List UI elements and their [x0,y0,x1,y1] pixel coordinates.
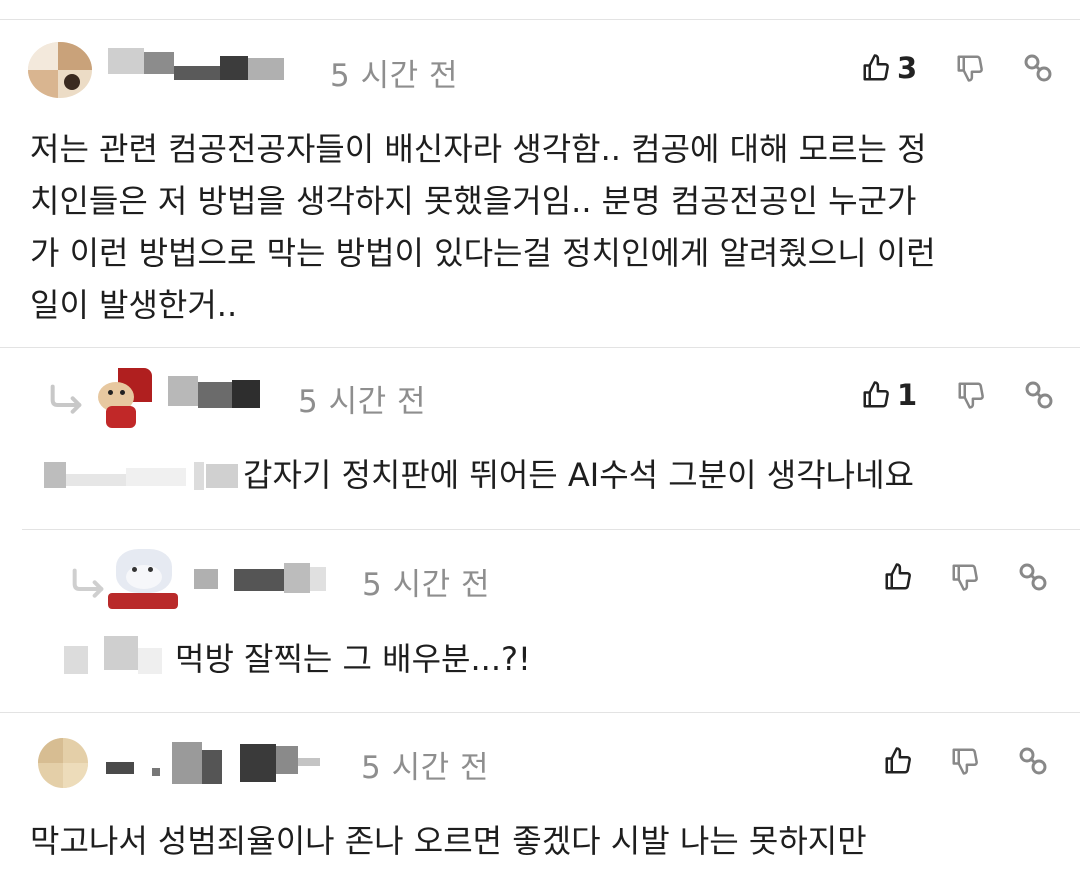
avatar[interactable] [92,368,152,430]
comment-text: 저는 관련 컴공전공자들이 배신자라 생각함.. 컴공에 대해 모르는 정 치인… [30,130,936,324]
thumbs-down-icon[interactable] [956,379,986,411]
avatar[interactable] [28,42,92,98]
like-button[interactable]: 3 [861,51,917,85]
link-icon[interactable] [1022,52,1054,84]
username[interactable] [108,48,288,82]
timestamp: 5 시간 전 [361,750,489,786]
username[interactable] [168,376,264,410]
avatar[interactable] [108,549,178,613]
reply-arrow-icon [68,564,108,608]
mention-tag[interactable] [44,458,240,494]
link-icon[interactable] [1017,745,1049,777]
divider [22,529,1080,530]
thumbs-down-icon[interactable] [955,52,985,84]
timestamp: 5 시간 전 [298,384,426,420]
thumbs-up-icon[interactable] [861,379,891,411]
mention-tag[interactable] [64,636,166,676]
thumbs-up-icon[interactable] [861,52,891,84]
comment-list: 5 시간 전 3 저는 관련 컴공전공자들이 배신자라 생각함.. 컴공에 대해… [0,0,1080,896]
comment-actions [883,739,1049,783]
comment-text: 막고나서 성범죄율이나 존나 오르면 좋겠다 시발 나는 못하지만 [30,822,867,860]
avatar[interactable] [38,738,88,788]
like-count: 3 [897,51,918,85]
like-button[interactable]: 1 [861,378,917,412]
link-icon[interactable] [1017,561,1049,593]
like-count: 1 [897,378,918,412]
timestamp: 5 시간 전 [362,567,490,603]
comment-actions: 3 [861,46,1054,90]
comment-actions: 1 [861,373,1055,417]
divider [0,19,1080,20]
thumbs-down-icon[interactable] [950,561,980,593]
thumbs-down-icon[interactable] [950,745,980,777]
timestamp: 5 시간 전 [330,58,458,94]
link-icon[interactable] [1023,379,1055,411]
thumbs-up-icon[interactable] [883,745,913,777]
divider [0,712,1080,713]
comment-text: 갑자기 정치판에 뛰어든 AI수석 그분이 생각나네요 [243,456,914,494]
comment-text: 먹방 잘찍는 그 배우분...?! [175,640,531,678]
username[interactable] [106,742,324,784]
comment-actions [883,555,1049,599]
divider [0,347,1080,348]
reply-arrow-icon [46,380,86,424]
thumbs-up-icon[interactable] [883,561,913,593]
username[interactable] [194,561,328,595]
